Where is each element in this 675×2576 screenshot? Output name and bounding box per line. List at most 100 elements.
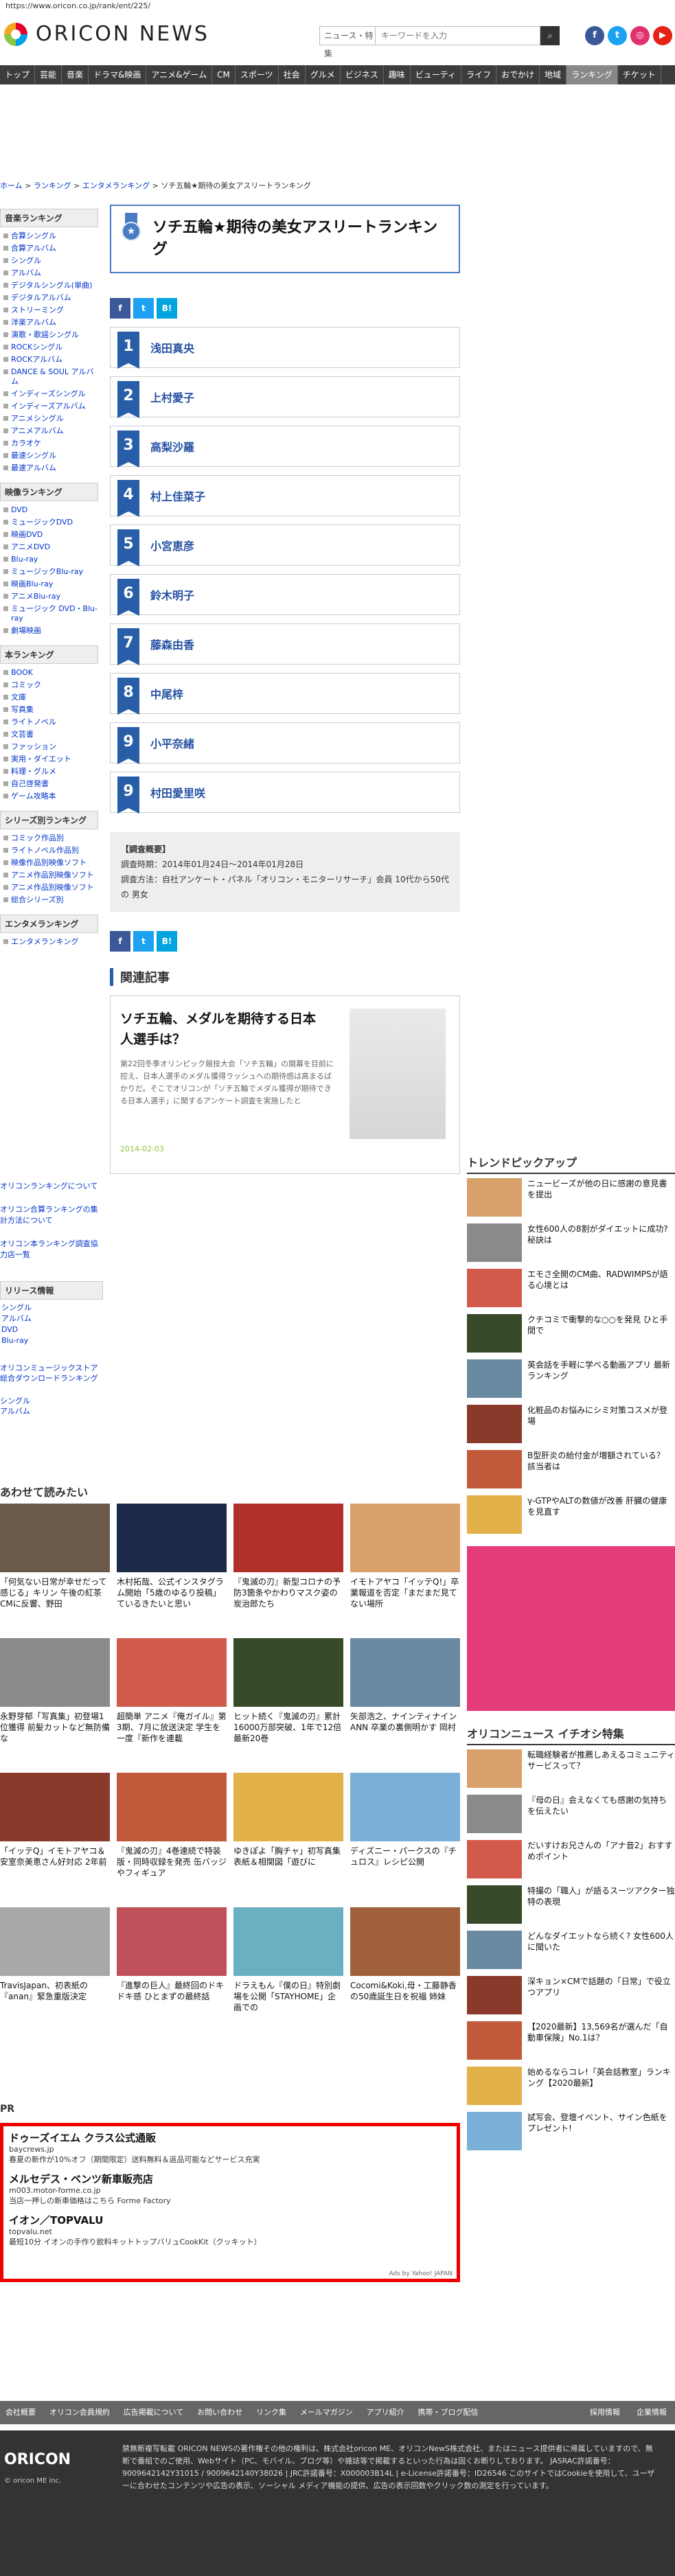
trend-title[interactable]: どんなダイエットなら続く? 女性600人に聞いた: [527, 1931, 675, 1969]
breadcrumb-ranking[interactable]: ランキング: [34, 181, 71, 190]
digital-ranking-link[interactable]: アルバム: [0, 1406, 103, 1416]
sidebar-link[interactable]: 映像作品別映像ソフト: [1, 857, 98, 869]
sidebar-link[interactable]: ROCKシングル: [1, 341, 98, 354]
ranking-item[interactable]: 1 浅田真央: [110, 327, 460, 369]
trend-thumbnail[interactable]: [467, 1840, 522, 1878]
ranking-item[interactable]: 9 村田愛里咲: [110, 772, 460, 814]
recommend-caption[interactable]: 永野芽郁「写真集」初登場1位獲得 前髪カットなど無防備な: [0, 1711, 110, 1748]
nav-item[interactable]: スポーツ: [236, 65, 279, 84]
nav-item[interactable]: ビューティ: [411, 65, 462, 84]
recommend-thumbnail[interactable]: [233, 1907, 343, 1976]
trend-thumbnail[interactable]: [467, 1450, 522, 1488]
sidebar-link[interactable]: 映画DVD: [1, 529, 98, 541]
recommend-thumbnail[interactable]: [350, 1638, 460, 1707]
ranking-item[interactable]: 2 上村愛子: [110, 376, 460, 418]
sidebar-link[interactable]: 合算シングル: [1, 230, 98, 242]
release-link[interactable]: Blu-ray: [1, 1335, 103, 1346]
sidebar-link[interactable]: 演歌・歌謡シングル: [1, 329, 98, 341]
pr-ad-item[interactable]: ドゥーズイエム クラス公式通販 baycrews.jp 春夏の新作が10%オフ（…: [9, 2130, 451, 2165]
recommend-caption[interactable]: 超簡単 アニメ『俺ガイル』第3期、7月に放送決定 学生を一度『新作を連載: [117, 1711, 227, 1748]
recommend-tile[interactable]: ゆきぽよ「胸チャ」初写真集 表紙＆相関図「遊びに: [233, 1773, 343, 1900]
footer-link[interactable]: オリコン会員規約: [44, 2408, 115, 2417]
ranking-item[interactable]: 3 高梨沙羅: [110, 426, 460, 468]
trend-title[interactable]: エモさ全開のCM曲、RADWIMPSが語る心境とは: [527, 1269, 675, 1307]
hatena-bookmark-icon[interactable]: B!: [157, 931, 177, 952]
recommend-tile[interactable]: 矢部浩之、ナインティナイン ANN 卒業の裏側明かす 岡村: [350, 1638, 460, 1766]
trend-item[interactable]: ニュービーズが他の日に感謝の意見書を提出: [467, 1178, 675, 1219]
breadcrumb-ent[interactable]: エンタメランキング: [82, 181, 150, 190]
sidebar-link[interactable]: DANCE & SOUL アルバム: [1, 366, 98, 388]
trend-thumbnail[interactable]: [467, 1795, 522, 1833]
recommend-tile[interactable]: Cocomi&Koki,母・工藤静香の50歳誕生日を祝福 姉妹: [350, 1907, 460, 2035]
facebook-icon[interactable]: f: [585, 26, 604, 45]
facebook-share-icon[interactable]: f: [110, 931, 130, 952]
trend-item[interactable]: B型肝炎の給付金が増額されている？ 該当者は: [467, 1450, 675, 1491]
nav-item[interactable]: ライフ: [461, 65, 497, 84]
sidebar-link[interactable]: 料理・グルメ: [1, 766, 98, 778]
footer-link[interactable]: 会社概要: [0, 2408, 41, 2417]
trend-title[interactable]: 化粧品のお悩みにシミ対策コスメが登場: [527, 1405, 675, 1443]
pr-ad-title[interactable]: ドゥーズイエム クラス公式通販: [9, 2130, 451, 2145]
recommend-caption[interactable]: 「イッテQ」イモトアヤコ＆安室奈美恵さん好対応 2年前: [0, 1845, 110, 1883]
trend-item[interactable]: 特撮の「職人」が語るスーツアクター独特の表現: [467, 1885, 675, 1927]
nav-item-active[interactable]: ランキング: [567, 65, 618, 84]
recommend-caption[interactable]: 『進撃の巨人』最終回のドキドキ感 ひとまずの最終話: [117, 1980, 227, 2017]
recommend-thumbnail[interactable]: [117, 1638, 227, 1707]
recommend-thumbnail[interactable]: [117, 1773, 227, 1841]
trend-title[interactable]: だいすけお兄さんの「アナ音2」おすすめポイント: [527, 1840, 675, 1878]
youtube-icon[interactable]: ▶: [653, 26, 672, 45]
sidebar-link[interactable]: 自己啓発書: [1, 778, 98, 790]
footer-link-careers[interactable]: 採用情報: [584, 2401, 626, 2424]
nav-item[interactable]: トップ: [0, 65, 36, 84]
nav-item[interactable]: 趣味: [384, 65, 411, 84]
trend-thumbnail[interactable]: [467, 1931, 522, 1969]
recommend-tile[interactable]: 木村拓哉、公式インスタグラム開始「5歳のゆるり投稿」ているきたいと思い: [117, 1504, 227, 1631]
sidebar-link[interactable]: コミック: [1, 679, 98, 691]
trend-thumbnail[interactable]: [467, 1314, 522, 1353]
recommend-caption[interactable]: 『鬼滅の刃』4巻連続で特装版・同時収録を発売 缶バッジやフィギュア: [117, 1845, 227, 1883]
trend-thumbnail[interactable]: [467, 2021, 522, 2060]
recommend-thumbnail[interactable]: [350, 1504, 460, 1572]
trend-title[interactable]: 特撮の「職人」が語るスーツアクター独特の表現: [527, 1885, 675, 1924]
search-input[interactable]: [376, 26, 540, 45]
recommend-tile[interactable]: ヒット続く『鬼滅の刃』累計16000万部突破、1年で12倍 最新20巻: [233, 1638, 343, 1766]
banner-ad[interactable]: [467, 1546, 675, 1711]
trend-title[interactable]: 【2020最新】13,569名が選んだ「自動車保険」No.1は？: [527, 2021, 675, 2060]
recommend-caption[interactable]: 『鬼滅の刃』新型コロナの予防3箇条やかわりマスク姿の炭治郎たち: [233, 1576, 343, 1613]
recommend-caption[interactable]: Cocomi&Koki,母・工藤静香の50歳誕生日を祝福 姉妹: [350, 1980, 460, 2017]
trend-item[interactable]: 英会話を手軽に学べる動画アプリ 最新ランキング: [467, 1359, 675, 1401]
recommend-caption[interactable]: ヒット続く『鬼滅の刃』累計16000万部突破、1年で12倍 最新20巻: [233, 1711, 343, 1748]
trend-thumbnail[interactable]: [467, 1495, 522, 1534]
footer-link[interactable]: 広告掲載について: [118, 2408, 190, 2417]
rank-name[interactable]: 小宮恵彦: [150, 537, 194, 553]
sidebar-link[interactable]: アニメ作品別映像ソフト: [1, 869, 98, 882]
recommend-thumbnail[interactable]: [0, 1773, 110, 1841]
trend-title[interactable]: クチコミで衝撃的な○○を発見 ひと手間で: [527, 1314, 675, 1353]
sidebar-link[interactable]: ライトノベル作品別: [1, 844, 98, 857]
hatena-bookmark-icon[interactable]: B!: [157, 298, 177, 319]
trend-thumbnail[interactable]: [467, 2112, 522, 2150]
ranking-info-link[interactable]: オリコン本ランキング調査協力店一覧: [0, 1239, 103, 1261]
sidebar-link[interactable]: シングル: [1, 255, 98, 267]
nav-item[interactable]: チケット: [618, 65, 661, 84]
trend-title[interactable]: 女性600人の8割がダイエットに成功?秘訣は: [527, 1223, 675, 1262]
recommend-tile[interactable]: 『鬼滅の刃』4巻連続で特装版・同時収録を発売 缶バッジやフィギュア: [117, 1773, 227, 1900]
sidebar-link[interactable]: ROCKアルバム: [1, 354, 98, 366]
trend-title[interactable]: 試写会、登壇イベント、サイン色紙をプレゼント!: [527, 2112, 675, 2150]
sidebar-link[interactable]: アニメ作品別映像ソフト: [1, 882, 98, 894]
sidebar-link[interactable]: カラオケ: [1, 437, 98, 450]
trend-title[interactable]: 深キョン×CMで話題の「日常」で役立つアプリ: [527, 1976, 675, 2014]
footer-link[interactable]: 携帯・ブログ配信: [412, 2408, 483, 2417]
rank-name[interactable]: 上村愛子: [150, 389, 194, 405]
ranking-item[interactable]: 6 鈴木明子: [110, 574, 460, 616]
recommend-tile[interactable]: ディズニー・パークスの『チュロス』レシピ公開: [350, 1773, 460, 1900]
sidebar-link[interactable]: 文芸書: [1, 728, 98, 741]
nav-item[interactable]: ビジネス: [341, 65, 384, 84]
sidebar-link[interactable]: アニメシングル: [1, 413, 98, 425]
sidebar-link[interactable]: アニメBlu-ray: [1, 590, 98, 603]
sidebar-link[interactable]: 合算アルバム: [1, 242, 98, 255]
recommend-thumbnail[interactable]: [233, 1773, 343, 1841]
sidebar-link[interactable]: 劇場映画: [1, 625, 98, 637]
digital-ranking-link[interactable]: オリコンミュージックストア総合ダウンロードランキング: [0, 1363, 103, 1383]
trend-item[interactable]: 【2020最新】13,569名が選んだ「自動車保険」No.1は？: [467, 2021, 675, 2062]
